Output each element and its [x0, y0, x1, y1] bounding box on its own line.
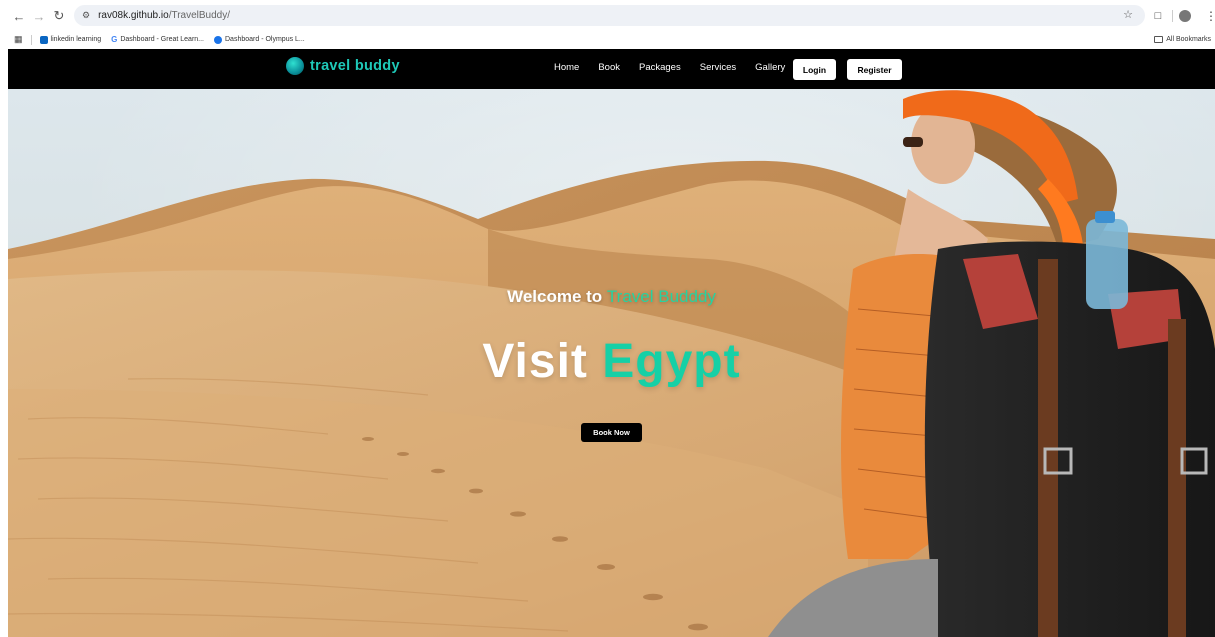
forward-icon[interactable]: →	[30, 7, 48, 25]
bookmark-linkedin-learning[interactable]: linkedin learning	[39, 35, 102, 44]
book-now-button[interactable]: Book Now	[581, 423, 642, 442]
bookmark-great-learning[interactable]: G Dashboard - Great Learn...	[111, 35, 204, 44]
bookmarks-bar: ▦ linkedin learning G Dashboard - Great …	[0, 31, 1215, 48]
url-path: /TravelBuddy/	[168, 10, 231, 21]
extensions-icon[interactable]: □	[1150, 10, 1166, 22]
menu-services[interactable]: Services	[700, 62, 736, 73]
welcome-prefix: Welcome to	[507, 287, 603, 306]
folder-icon	[1154, 36, 1164, 43]
globe-logo-icon	[286, 57, 304, 75]
all-bookmarks-label: All Bookmarks	[1166, 36, 1211, 43]
bookmark-olympus[interactable]: Dashboard - Olympus L...	[214, 35, 305, 44]
toolbar-divider	[1172, 9, 1173, 22]
hero-section: Welcome to Travel Budddy Visit Egypt Boo…	[8, 89, 1215, 637]
browser-toolbar: ← → ↻ ⚙ rav08k.github.io/TravelBuddy/ ☆ …	[0, 0, 1215, 31]
site-navbar: travel buddy Home Book Packages Services…	[8, 49, 1215, 89]
menu-book[interactable]: Book	[598, 62, 620, 73]
site-settings-icon[interactable]: ⚙	[82, 10, 90, 21]
apps-grid-icon[interactable]: ▦	[14, 34, 23, 45]
website: travel buddy Home Book Packages Services…	[8, 49, 1215, 637]
menu-packages[interactable]: Packages	[639, 62, 681, 73]
google-g-icon: G	[111, 35, 118, 44]
welcome-accent: Travel Budddy	[606, 287, 716, 306]
profile-avatar-icon[interactable]	[1179, 9, 1191, 22]
title-accent: Egypt	[602, 335, 741, 388]
hero-welcome: Welcome to Travel Budddy	[8, 287, 1215, 307]
back-icon[interactable]: ←	[10, 7, 28, 25]
bookmark-star-icon[interactable]: ☆	[1123, 8, 1133, 21]
olympus-icon	[214, 35, 222, 44]
bookmark-label: Dashboard - Olympus L...	[225, 36, 305, 43]
address-url: rav08k.github.io/TravelBuddy/	[98, 10, 230, 21]
linkedin-learning-icon	[39, 35, 48, 44]
menu-gallery[interactable]: Gallery	[755, 62, 785, 73]
bookmarks-divider	[30, 34, 32, 45]
menu-kebab-icon[interactable]: ⋮	[1205, 9, 1215, 23]
menu-home[interactable]: Home	[554, 62, 579, 73]
url-host: rav08k.github.io	[98, 10, 169, 21]
title-prefix: Visit	[482, 335, 588, 388]
bookmark-label: linkedin learning	[50, 36, 102, 43]
main-menu: Home Book Packages Services Gallery	[554, 62, 785, 73]
hero-title: Visit Egypt	[8, 334, 1215, 389]
address-bar[interactable]: ⚙ rav08k.github.io/TravelBuddy/ ☆	[74, 5, 1145, 26]
login-button[interactable]: Login	[793, 59, 836, 80]
reload-icon[interactable]: ↻	[50, 7, 68, 25]
logo-text: travel buddy	[310, 58, 400, 74]
site-logo[interactable]: travel buddy	[286, 57, 400, 75]
register-button[interactable]: Register	[847, 59, 902, 80]
all-bookmarks[interactable]: All Bookmarks	[1154, 36, 1211, 43]
bookmark-label: Dashboard - Great Learn...	[120, 36, 204, 43]
